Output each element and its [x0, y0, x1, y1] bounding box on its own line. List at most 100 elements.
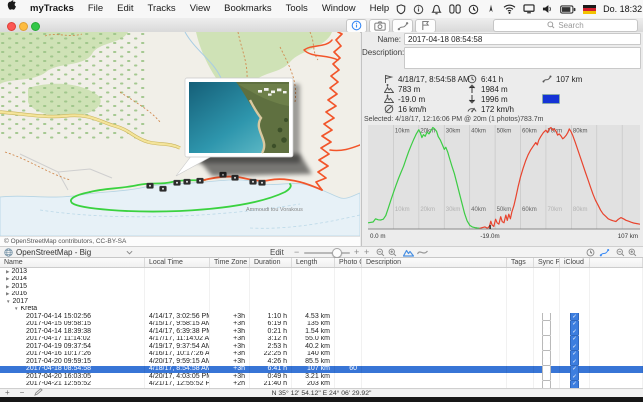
sync-checkbox[interactable] [542, 313, 551, 321]
battery-icon[interactable] [560, 5, 576, 14]
map-panel[interactable]: Ammoudi tou Vorakous [0, 32, 360, 236]
menu-item-mytracks[interactable]: myTracks [23, 0, 81, 18]
disclosure-triangle-expanded[interactable]: ▼ [14, 306, 18, 314]
zoom-in-plus[interactable]: + [354, 247, 359, 257]
chart-zoom-out-button[interactable] [376, 247, 385, 257]
clock-icon[interactable] [468, 4, 479, 15]
chart-time-axis-button[interactable] [586, 247, 595, 257]
menu-item-bookmarks[interactable]: Bookmarks [217, 0, 279, 18]
track-row[interactable]: 2017-04-19 09:37:544/19/17, 9:37:54 AM+3… [0, 343, 643, 351]
menu-item-file[interactable]: File [81, 0, 110, 18]
disclosure-triangle-collapsed[interactable]: ▶ [6, 291, 9, 299]
info-toolbar-button[interactable] [346, 19, 367, 33]
shield-icon[interactable] [396, 4, 406, 15]
sync-checkbox[interactable] [542, 358, 551, 366]
wifi-icon[interactable] [503, 4, 516, 14]
icloud-checkbox[interactable]: ✓ [570, 381, 579, 389]
track-row[interactable]: 2017-04-16 10:17:264/16/17, 10:17:26 AM+… [0, 351, 643, 359]
column-header-time-zone[interactable]: Time Zone [210, 258, 250, 267]
column-header-local-time[interactable]: Local Time [145, 258, 210, 267]
window-zoom-button[interactable] [31, 22, 40, 31]
edit-mode-label[interactable]: Edit [270, 247, 284, 257]
apple-menu-icon[interactable] [0, 0, 23, 18]
icloud-checkbox[interactable]: ✓ [570, 336, 579, 344]
slider-thumb[interactable] [332, 248, 342, 258]
menu-item-view[interactable]: View [183, 0, 217, 18]
binoculars-icon[interactable] [449, 4, 461, 14]
window-minimize-button[interactable] [19, 22, 28, 31]
track-row[interactable]: 2017-04-14 15:02:564/14/17, 3:02:56 PM+3… [0, 313, 643, 321]
icloud-checkbox[interactable]: ✓ [570, 366, 579, 374]
chart-distance-axis-button[interactable] [599, 247, 610, 257]
track-row[interactable]: 2017-04-21 12:55:524/21/17, 12:55:52 PM+… [0, 381, 643, 389]
chart-zoom-in-button-2[interactable] [628, 247, 637, 257]
elevation-chart-svg[interactable]: 10km20km30km40km50km60km70km80km10km20km… [368, 125, 640, 241]
waypoint-toolbar-button[interactable] [415, 19, 436, 33]
info-circle-icon[interactable] [413, 4, 424, 15]
disclosure-triangle-expanded[interactable]: ▼ [6, 298, 10, 306]
column-header-length[interactable]: Length [292, 258, 335, 267]
map-layer-select[interactable]: OpenStreetMap - Big [4, 247, 133, 257]
bell-icon[interactable] [431, 4, 442, 15]
track-row[interactable]: 2017-04-15 09:58:154/15/17, 9:58:15 AM+3… [0, 321, 643, 329]
speed-curve-button[interactable] [417, 247, 428, 257]
photos-toolbar-button[interactable] [369, 19, 390, 33]
zoom-out-minus[interactable]: − [294, 247, 299, 257]
column-header-photo-count[interactable]: Photo Count [335, 258, 362, 267]
sync-checkbox[interactable] [542, 321, 551, 329]
track-row[interactable]: 2017-04-17 11:14:024/17/17, 11:14:02 AM+… [0, 336, 643, 344]
sync-checkbox[interactable] [542, 366, 551, 374]
elevation-profile-chart[interactable]: 10km20km30km40km50km60km70km80km10km20km… [368, 125, 640, 241]
map-zoom-slider[interactable]: − + [294, 247, 360, 257]
menu-item-tools[interactable]: Tools [279, 0, 315, 18]
sync-checkbox[interactable] [542, 336, 551, 344]
column-header-description[interactable]: Description [362, 258, 507, 267]
icloud-checkbox[interactable]: ✓ [570, 373, 579, 381]
group-row-kreta[interactable]: ▼Kreta [0, 306, 643, 314]
sync-checkbox[interactable] [542, 328, 551, 336]
icloud-checkbox[interactable]: ✓ [570, 313, 579, 321]
icloud-checkbox[interactable]: ✓ [570, 321, 579, 329]
chart-zoom-out-button-2[interactable] [616, 247, 625, 257]
window-close-button[interactable] [7, 22, 16, 31]
group-row-2015[interactable]: ▶2015 [0, 283, 643, 291]
group-row-2013[interactable]: ▶2013 [0, 268, 643, 276]
disclosure-triangle-collapsed[interactable]: ▶ [6, 268, 9, 276]
location-arrow-icon[interactable] [486, 4, 496, 14]
menu-item-edit[interactable]: Edit [110, 0, 140, 18]
track-name-field[interactable]: 2017-04-18 08:54:58 [404, 33, 641, 45]
elevation-mode-button[interactable] [403, 247, 414, 257]
chart-zoom-in-button[interactable] [388, 247, 397, 257]
track-row[interactable]: 2017-04-20 09:59:154/20/17, 9:59:15 AM+3… [0, 358, 643, 366]
track-description-field[interactable] [404, 47, 641, 69]
column-header-sync-p-[interactable]: Sync P… [534, 258, 560, 267]
menu-item-tracks[interactable]: Tracks [141, 0, 183, 18]
sync-checkbox[interactable] [542, 373, 551, 381]
track-color-swatch[interactable] [542, 94, 560, 104]
group-row-2014[interactable]: ▶2014 [0, 276, 643, 284]
track-row[interactable]: 2017-04-20 16:03:054/20/17, 4:03:05 PM+3… [0, 373, 643, 381]
menu-item-window[interactable]: Window [315, 0, 363, 18]
map-canvas[interactable]: Ammoudi tou Vorakous [0, 32, 360, 236]
column-header-tags[interactable]: Tags [507, 258, 534, 267]
group-row-2017[interactable]: ▼2017 [0, 298, 643, 306]
group-row-2016[interactable]: ▶2016 [0, 291, 643, 299]
icloud-checkbox[interactable]: ✓ [570, 328, 579, 336]
column-header-duration[interactable]: Duration [250, 258, 292, 267]
window-title-bar[interactable]: Search [0, 18, 643, 33]
column-header-name[interactable]: Name [0, 258, 145, 267]
menu-clock[interactable]: Do. 18:32 [603, 4, 642, 14]
icloud-checkbox[interactable]: ✓ [570, 343, 579, 351]
disclosure-triangle-collapsed[interactable]: ▶ [6, 276, 9, 284]
keyboard-layout-flag-de-icon[interactable] [583, 5, 596, 14]
search-input[interactable]: Search [493, 19, 638, 32]
slider-track[interactable] [304, 252, 350, 254]
icloud-checkbox[interactable]: ✓ [570, 351, 579, 359]
sync-checkbox[interactable] [542, 351, 551, 359]
icloud-checkbox[interactable]: ✓ [570, 358, 579, 366]
track-row[interactable]: 2017-04-18 08:54:584/18/17, 8:54:58 AM+3… [0, 366, 643, 374]
track-row[interactable]: 2017-04-14 18:39:384/14/17, 6:39:38 PM+3… [0, 328, 643, 336]
track-toolbar-button[interactable] [392, 19, 413, 33]
disclosure-triangle-collapsed[interactable]: ▶ [6, 283, 9, 291]
photo-popup[interactable] [176, 78, 312, 176]
